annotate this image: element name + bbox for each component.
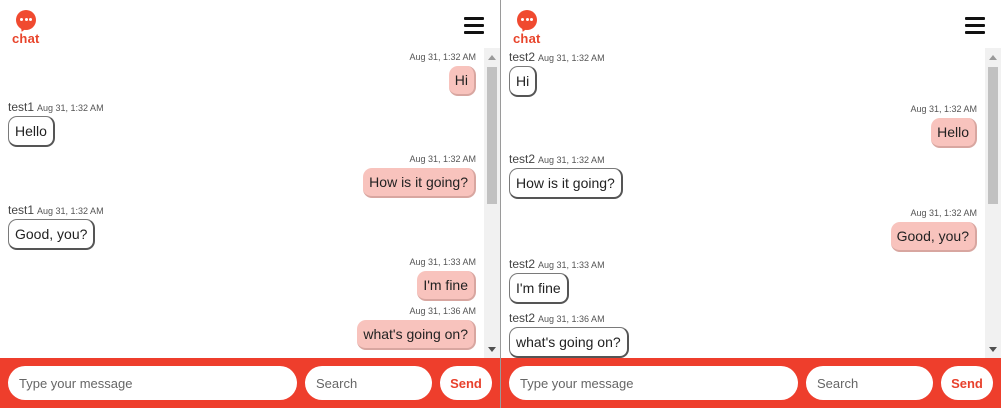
chat-logo: chat: [10, 10, 42, 46]
message-text: Good, you?: [8, 219, 96, 250]
message-sent: Aug 31, 1:33 AM I'm fine: [409, 256, 476, 301]
message-text: Hello: [8, 116, 55, 147]
message-text: How is it going?: [363, 168, 476, 198]
message-scrollbar[interactable]: [985, 48, 1001, 358]
scrollbar-thumb[interactable]: [988, 67, 998, 204]
message-text: Good, you?: [890, 222, 977, 252]
message-sent: Aug 31, 1:32 AM How is it going?: [363, 153, 476, 198]
message-list: test2 Aug 31, 1:32 AM Hi Aug 31, 1:32 AM …: [501, 48, 985, 358]
message-time: Aug 31, 1:32 AM: [910, 104, 977, 114]
sender-name: test1: [8, 100, 35, 114]
message-text: I'm fine: [417, 271, 476, 301]
message-time: Aug 31, 1:32 AM: [538, 155, 605, 165]
message-received: test2 Aug 31, 1:36 AM what's going on?: [509, 312, 629, 358]
hamburger-menu-icon[interactable]: [464, 17, 484, 35]
search-input[interactable]: [806, 366, 933, 400]
message-sent: Aug 31, 1:32 AM Hello: [910, 103, 977, 148]
send-button[interactable]: Send: [941, 366, 993, 400]
message-time: Aug 31, 1:36 AM: [409, 306, 476, 316]
message-text: what's going on?: [509, 327, 629, 358]
message-time: Aug 31, 1:32 AM: [538, 53, 605, 63]
message-received: test1 Aug 31, 1:32 AM Hello: [8, 101, 104, 147]
scroll-down-arrow-icon[interactable]: [488, 347, 496, 352]
message-text: what's going on?: [357, 320, 476, 350]
message-sent: Aug 31, 1:36 AM what's going on?: [357, 305, 476, 350]
scrollbar-thumb[interactable]: [487, 67, 497, 204]
message-time: Aug 31, 1:33 AM: [409, 257, 476, 267]
send-button[interactable]: Send: [440, 366, 492, 400]
message-text: Hi: [448, 66, 476, 96]
chat-footer: Send: [0, 358, 500, 408]
sender-name: test2: [509, 257, 536, 271]
hamburger-menu-icon[interactable]: [965, 17, 985, 35]
message-sent: Aug 31, 1:32 AM Hi: [409, 51, 476, 96]
message-time: Aug 31, 1:32 AM: [910, 208, 977, 218]
message-time: Aug 31, 1:33 AM: [538, 260, 605, 270]
message-input[interactable]: [509, 366, 798, 400]
chat-header: chat: [0, 0, 500, 48]
chat-footer: Send: [501, 358, 1001, 408]
message-text: I'm fine: [509, 273, 569, 304]
message-list: Aug 31, 1:32 AM Hi test1 Aug 31, 1:32 AM …: [0, 48, 484, 358]
message-received: test2 Aug 31, 1:32 AM Hi: [509, 51, 605, 97]
logo-text: chat: [513, 31, 541, 46]
chat-logo: chat: [511, 10, 543, 46]
message-time: Aug 31, 1:32 AM: [409, 154, 476, 164]
message-time: Aug 31, 1:36 AM: [538, 314, 605, 324]
sender-name: test2: [509, 152, 536, 166]
chat-pane-left: chat Aug 31, 1:32 AM Hi test1 Aug 31, 1:3…: [0, 0, 500, 408]
search-input[interactable]: [305, 366, 432, 400]
message-input[interactable]: [8, 366, 297, 400]
sender-name: test2: [509, 311, 536, 325]
message-time: Aug 31, 1:32 AM: [409, 52, 476, 62]
chat-pane-right: chat test2 Aug 31, 1:32 AM Hi Aug 31, 1:3…: [501, 0, 1001, 408]
message-text: Hello: [931, 118, 977, 148]
message-received: test1 Aug 31, 1:32 AM Good, you?: [8, 204, 104, 250]
sender-name: test2: [509, 50, 536, 64]
message-text: How is it going?: [509, 168, 623, 199]
scroll-down-arrow-icon[interactable]: [989, 347, 997, 352]
message-received: test2 Aug 31, 1:33 AM I'm fine: [509, 258, 605, 304]
chat-header: chat: [501, 0, 1001, 48]
message-sent: Aug 31, 1:32 AM Good, you?: [890, 207, 977, 252]
logo-text: chat: [12, 31, 40, 46]
sender-name: test1: [8, 203, 35, 217]
message-time: Aug 31, 1:32 AM: [37, 206, 104, 216]
scroll-up-arrow-icon[interactable]: [488, 55, 496, 60]
scroll-up-arrow-icon[interactable]: [989, 55, 997, 60]
message-received: test2 Aug 31, 1:32 AM How is it going?: [509, 153, 623, 199]
message-time: Aug 31, 1:32 AM: [37, 103, 104, 113]
message-scrollbar[interactable]: [484, 48, 500, 358]
message-text: Hi: [509, 66, 538, 97]
